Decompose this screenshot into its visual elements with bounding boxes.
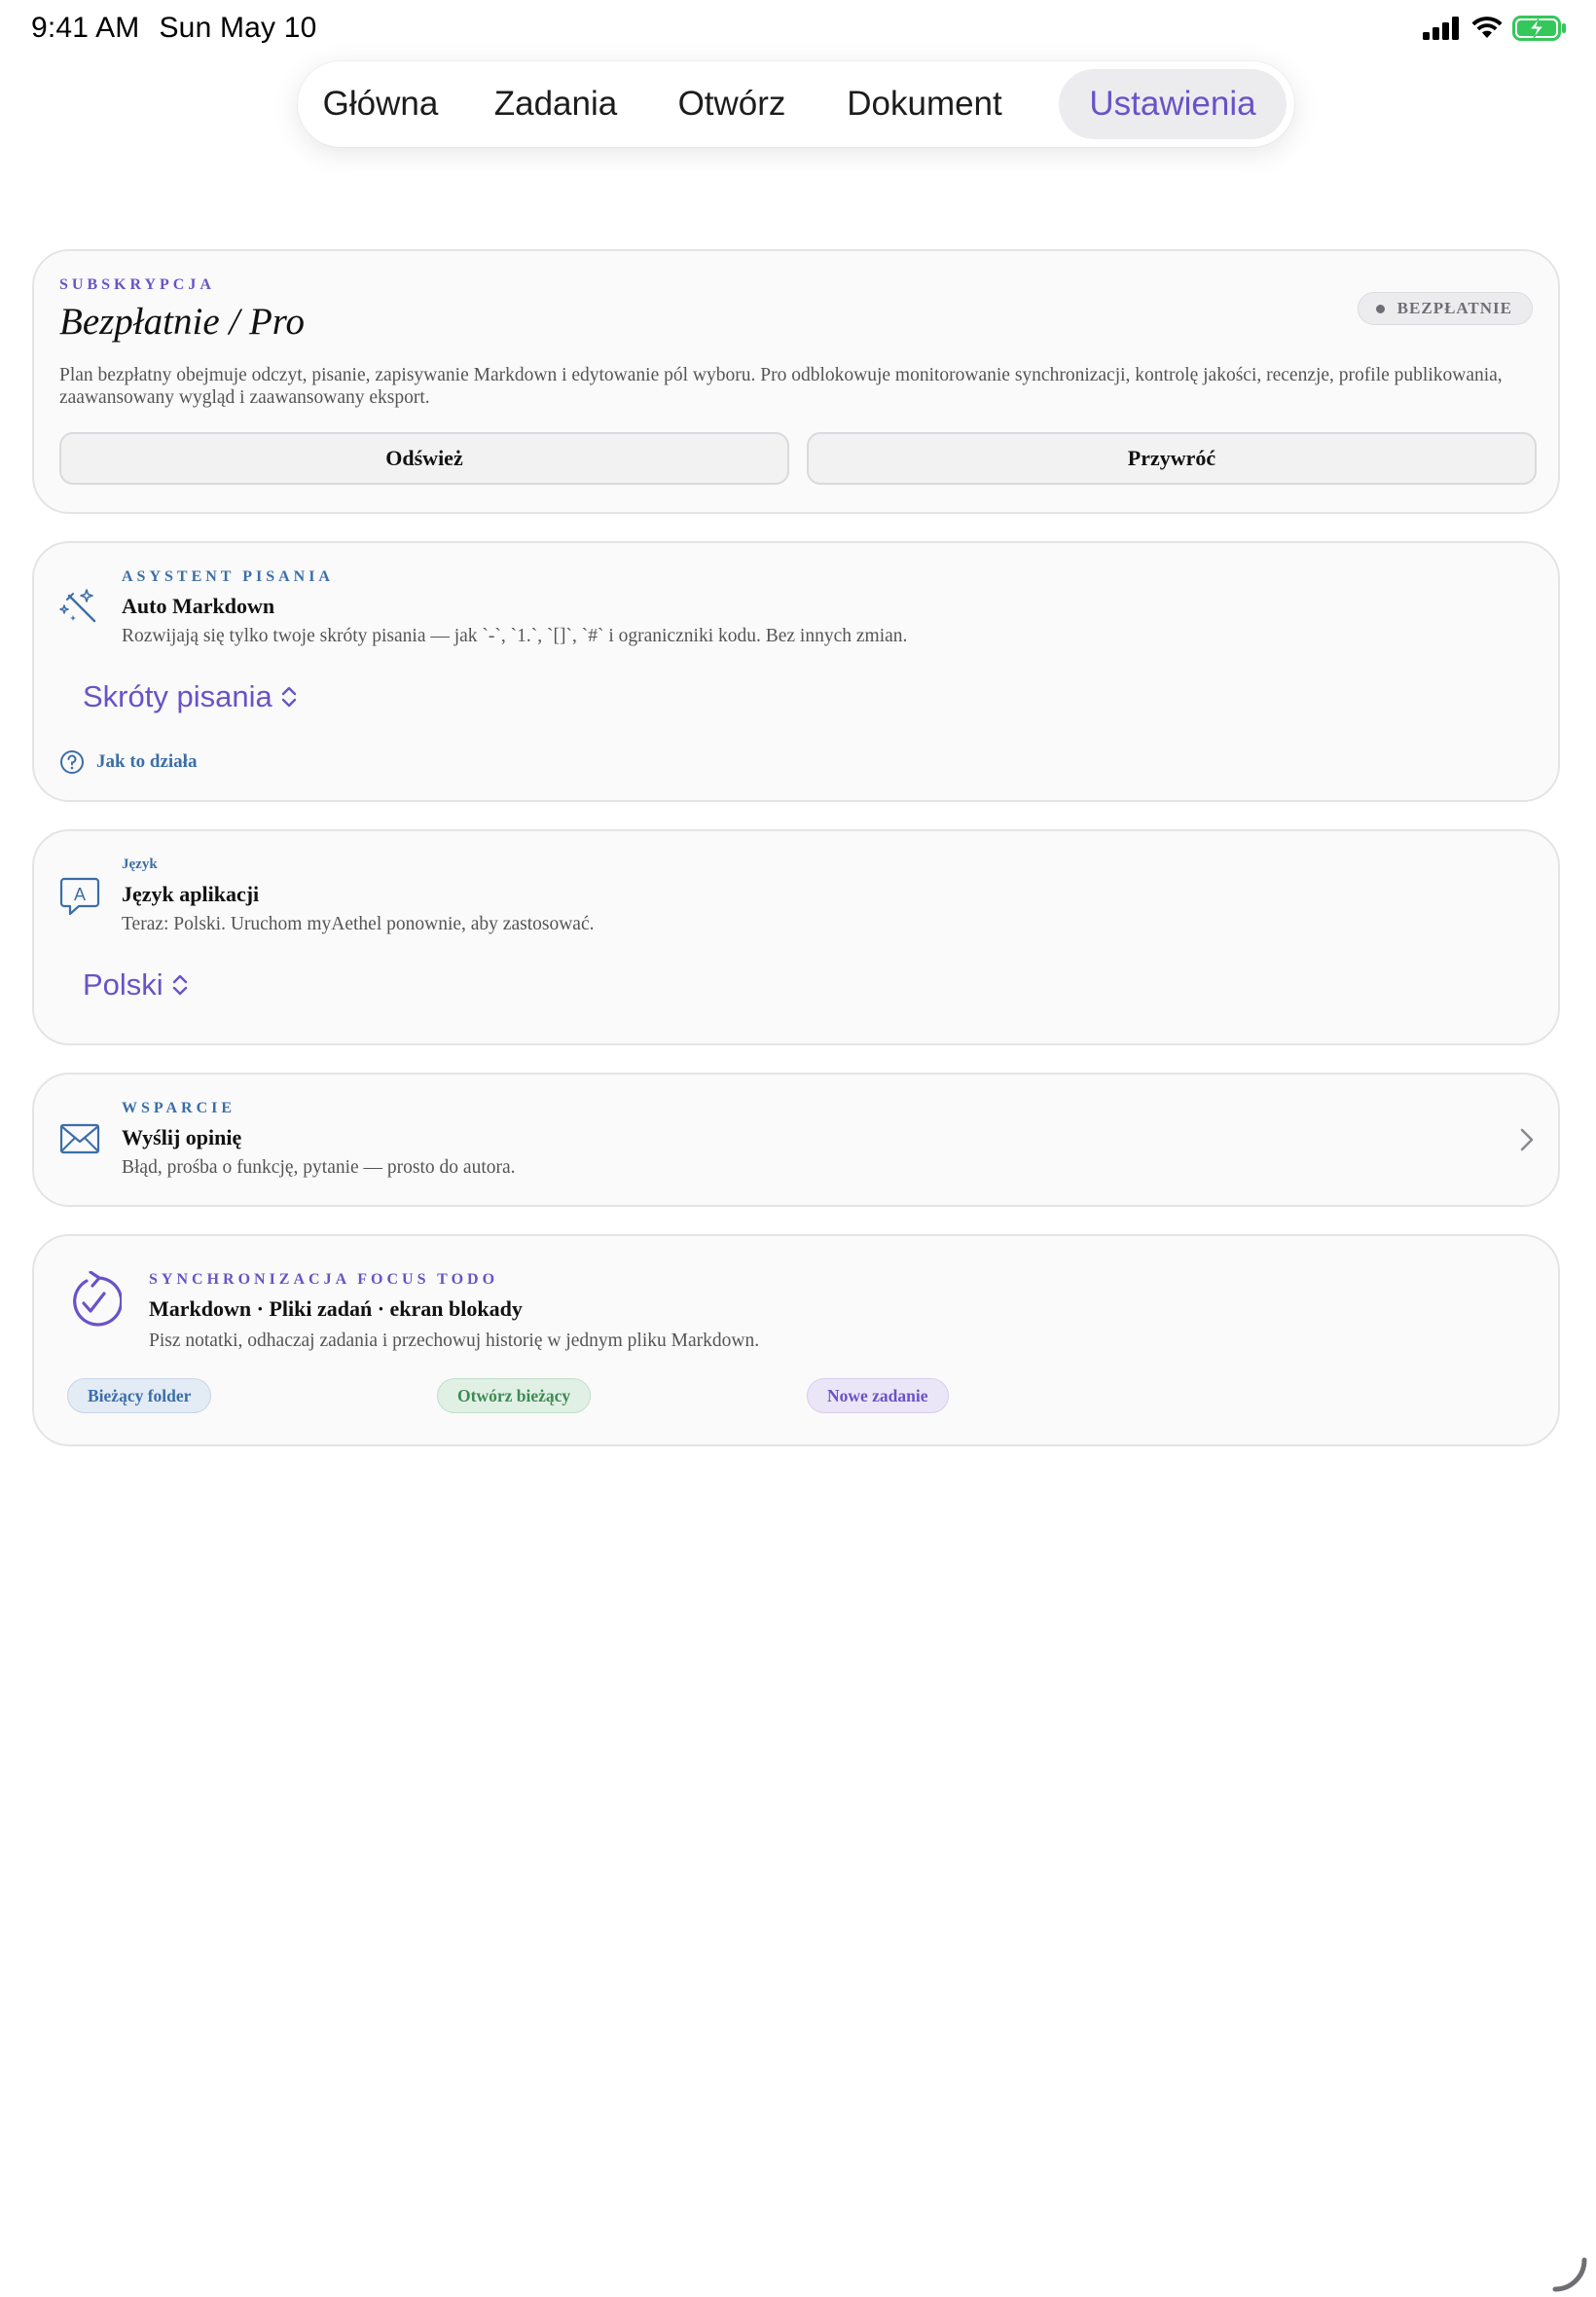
language-description: Teraz: Polski. Uruchom myAethel ponownie… [122,914,595,934]
shortcuts-picker[interactable]: Skróty pisania [83,679,298,714]
speech-bubble-a-icon: A [59,877,100,916]
plan-status-badge: BEZPŁATNIE [1357,292,1533,325]
magic-wand-icon [59,589,96,623]
language-eyebrow: Język [122,857,158,872]
tab-home[interactable]: Główna [315,69,446,139]
writing-assistant-description: Rozwijają się tylko twoje skróty pisania… [122,626,908,646]
envelope-icon [59,1123,100,1154]
how-it-works-label: Jak to działa [96,751,198,772]
writing-assistant-eyebrow: ASYSTENT PISANIA [122,568,334,585]
support-eyebrow: WSPARCIE [122,1100,236,1116]
cellular-signal-icon [1423,17,1459,40]
how-it-works-link[interactable]: Jak to działa [59,749,197,775]
tab-settings[interactable]: Ustawienia [1059,69,1287,139]
sync-check-icon [73,1271,122,1327]
open-current-chip[interactable]: Otwórz bieżący [437,1378,592,1413]
chevron-up-down-icon [172,974,187,996]
writing-assistant-card: ASYSTENT PISANIA Auto Markdown Rozwijają… [32,541,1560,802]
support-card[interactable]: WSPARCIE Wyślij opinię Błąd, prośba o fu… [32,1073,1560,1207]
language-title: Język aplikacji [122,882,260,906]
support-title: Wyślij opinię [122,1125,242,1149]
language-picker[interactable]: Polski [83,967,189,1003]
status-date: Sun May 10 [159,12,317,44]
chevron-up-down-icon [281,686,296,708]
tab-document[interactable]: Dokument [843,69,1006,139]
status-clock: 9:41 AM [31,12,140,44]
tab-tasks[interactable]: Zadania [489,69,623,139]
status-time: 9:41 AM Sun May 10 [31,12,317,45]
scroll-grabber-icon [1552,2257,1587,2292]
focus-sync-description: Pisz notatki, odhaczaj zadania i przecho… [149,1331,760,1351]
battery-charging-icon [1512,16,1566,41]
question-circle-icon [60,750,84,774]
chevron-right-icon [1520,1128,1534,1151]
badge-dot-icon [1375,305,1385,313]
shortcuts-picker-value: Skróty pisania [83,679,272,713]
subscription-eyebrow: SUBSKRYPCJA [59,276,215,293]
support-description: Błąd, prośba o funkcję, pytanie — prosto… [122,1157,516,1178]
focus-sync-title: Markdown · Pliki zadań · ekran blokady [149,1296,523,1321]
subscription-card: SUBSKRYPCJA Bezpłatnie / Pro BEZPŁATNIE … [32,249,1560,514]
current-folder-chip[interactable]: Bieżący folder [67,1378,212,1413]
writing-assistant-title: Auto Markdown [122,594,275,618]
restore-button[interactable]: Przywróć [807,432,1537,485]
tab-open[interactable]: Otwórz [664,69,800,139]
language-card: A Język Język aplikacji Teraz: Polski. U… [32,829,1560,1045]
subscription-description: Plan bezpłatny obejmuje odczyt, pisanie,… [59,365,1503,408]
badge-label: BEZPŁATNIE [1396,299,1512,317]
top-tab-bar: Główna Zadania Otwórz Dokument Ustawieni… [298,61,1294,147]
focus-sync-card: SYNCHRONIZACJA FOCUS TODO Markdown · Pli… [32,1234,1560,1446]
status-indicators [1423,16,1567,41]
svg-text:A: A [74,885,86,904]
language-picker-value: Polski [83,967,163,1002]
focus-sync-eyebrow: SYNCHRONIZACJA FOCUS TODO [149,1271,499,1288]
new-task-chip[interactable]: Nowe zadanie [807,1378,949,1413]
wifi-icon [1471,17,1503,38]
subscription-title: Bezpłatnie / Pro [59,301,306,343]
refresh-button[interactable]: Odśwież [59,432,789,485]
